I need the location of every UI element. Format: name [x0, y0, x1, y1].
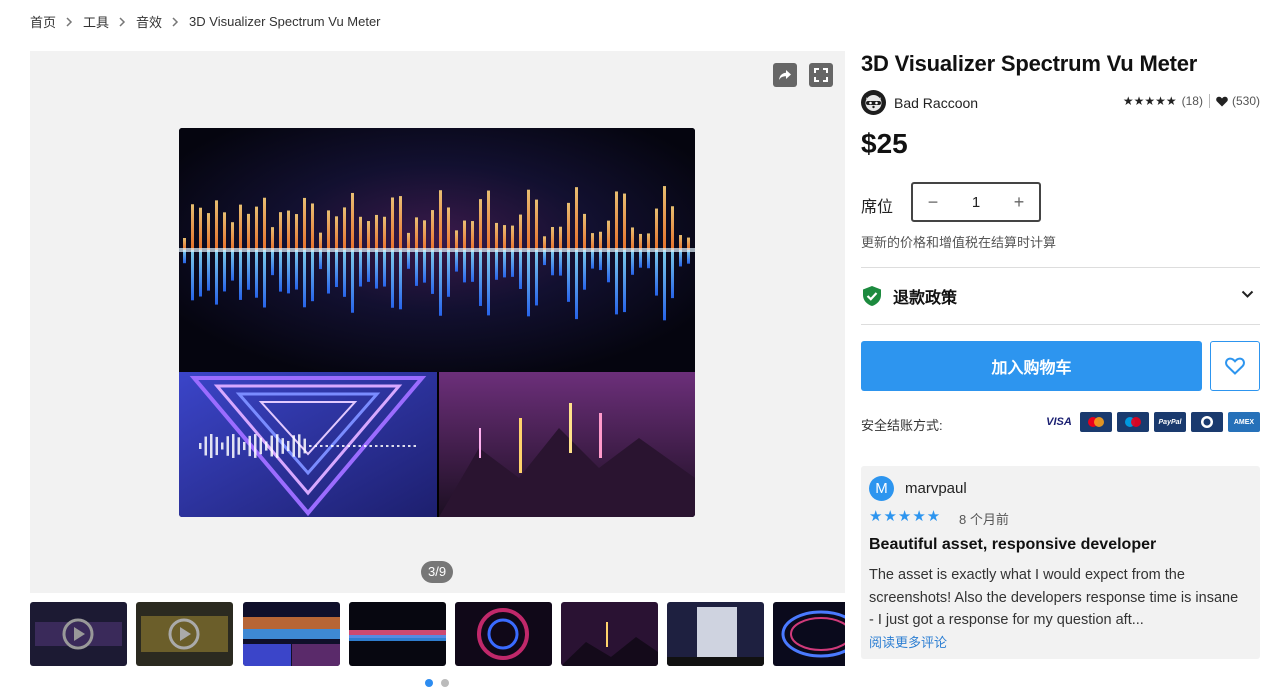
image-counter: 3/9 [421, 561, 454, 583]
fullscreen-button[interactable] [809, 63, 833, 87]
share-icon [779, 70, 791, 80]
shield-check-icon [863, 286, 881, 306]
review-time: 8 个月前 [959, 512, 1009, 527]
thumbnail-video-2[interactable] [136, 602, 233, 666]
pagination-dot-1[interactable] [425, 679, 433, 687]
visa-icon: VISA [1043, 412, 1075, 432]
fullscreen-icon [814, 68, 828, 82]
chevron-down-icon [1241, 290, 1254, 298]
thumbnail-video-1[interactable] [30, 602, 127, 666]
thumbnail-image-5[interactable] [455, 602, 552, 666]
heart-icon[interactable] [1216, 96, 1228, 107]
thumbnail-image-7[interactable] [667, 602, 764, 666]
mastercard-icon [1080, 412, 1112, 432]
chevron-right-icon [119, 16, 126, 27]
chevron-right-icon [66, 16, 73, 27]
breadcrumb-current: 3D Visualizer Spectrum Vu Meter [189, 14, 381, 29]
spectrum-visualizer-image [179, 128, 695, 517]
raccoon-icon [865, 95, 882, 111]
publisher-avatar [861, 90, 886, 115]
thumbnail-image-4[interactable] [349, 602, 446, 666]
reviewer-avatar: M [869, 476, 894, 501]
rating-summary: ★★★★★ (18) (530) [1123, 94, 1260, 108]
quantity-increase-button[interactable]: + [1011, 192, 1027, 213]
amex-icon: AMEX [1228, 412, 1260, 432]
publisher-name: Bad Raccoon [894, 94, 979, 111]
reviewer-name: marvpaul [905, 480, 967, 497]
breadcrumb: 首页 工具 音效 3D Visualizer Spectrum Vu Meter [30, 12, 381, 31]
thumbnail-image-3[interactable] [243, 602, 340, 666]
thumbnail-image-6[interactable] [561, 602, 658, 666]
review-card: M marvpaul ★★★★★ 8 个月前 Beautiful asset, … [861, 466, 1260, 659]
seat-label: 席位 [861, 199, 894, 216]
quantity-stepper: − 1 + [911, 182, 1041, 222]
review-stars: ★★★★★ [869, 508, 942, 525]
main-product-image[interactable] [179, 128, 695, 517]
secure-checkout-label: 安全结账方式: [861, 418, 943, 433]
thumbnail-image-8[interactable] [773, 602, 845, 666]
breadcrumb-home[interactable]: 首页 [30, 12, 56, 31]
heart-outline-icon [1225, 357, 1245, 375]
divider [861, 324, 1260, 325]
refund-policy-label: 退款政策 [893, 290, 958, 307]
thumbnail-strip [30, 602, 845, 666]
favorites-count: (530) [1231, 94, 1260, 108]
wishlist-button[interactable] [1210, 341, 1260, 391]
product-title: 3D Visualizer Spectrum Vu Meter [861, 51, 1198, 76]
review-body: The asset is exactly what I would expect… [869, 567, 1239, 628]
refund-policy-toggle[interactable]: 退款政策 [861, 268, 1260, 324]
quantity-value[interactable]: 1 [972, 194, 980, 211]
share-button[interactable] [773, 63, 797, 87]
publisher-link[interactable]: Bad Raccoon [861, 90, 978, 115]
breadcrumb-audio[interactable]: 音效 [136, 12, 162, 31]
divider [1208, 94, 1210, 108]
read-more-reviews-link[interactable]: 阅读更多评论 [869, 632, 947, 651]
pagination-dot-2[interactable] [441, 679, 449, 687]
price: $25 [861, 128, 908, 159]
add-to-cart-button[interactable]: 加入购物车 [861, 341, 1202, 391]
image-gallery: 3/9 [30, 51, 845, 593]
paypal-icon: PayPal [1154, 412, 1186, 432]
rating-count[interactable]: (18) [1182, 94, 1203, 108]
payment-methods: VISA PayPal AMEX [1043, 412, 1260, 432]
rating-stars[interactable]: ★★★★★ [1123, 94, 1177, 108]
maestro-icon [1117, 412, 1149, 432]
tax-note: 更新的价格和增值税在结算时计算 [861, 235, 1057, 250]
diners-club-icon [1191, 412, 1223, 432]
breadcrumb-tools[interactable]: 工具 [83, 12, 109, 31]
review-title: Beautiful asset, responsive developer [869, 536, 1157, 553]
thumbnail-pagination [425, 679, 449, 687]
quantity-decrease-button[interactable]: − [925, 192, 941, 213]
chevron-right-icon [172, 16, 179, 27]
